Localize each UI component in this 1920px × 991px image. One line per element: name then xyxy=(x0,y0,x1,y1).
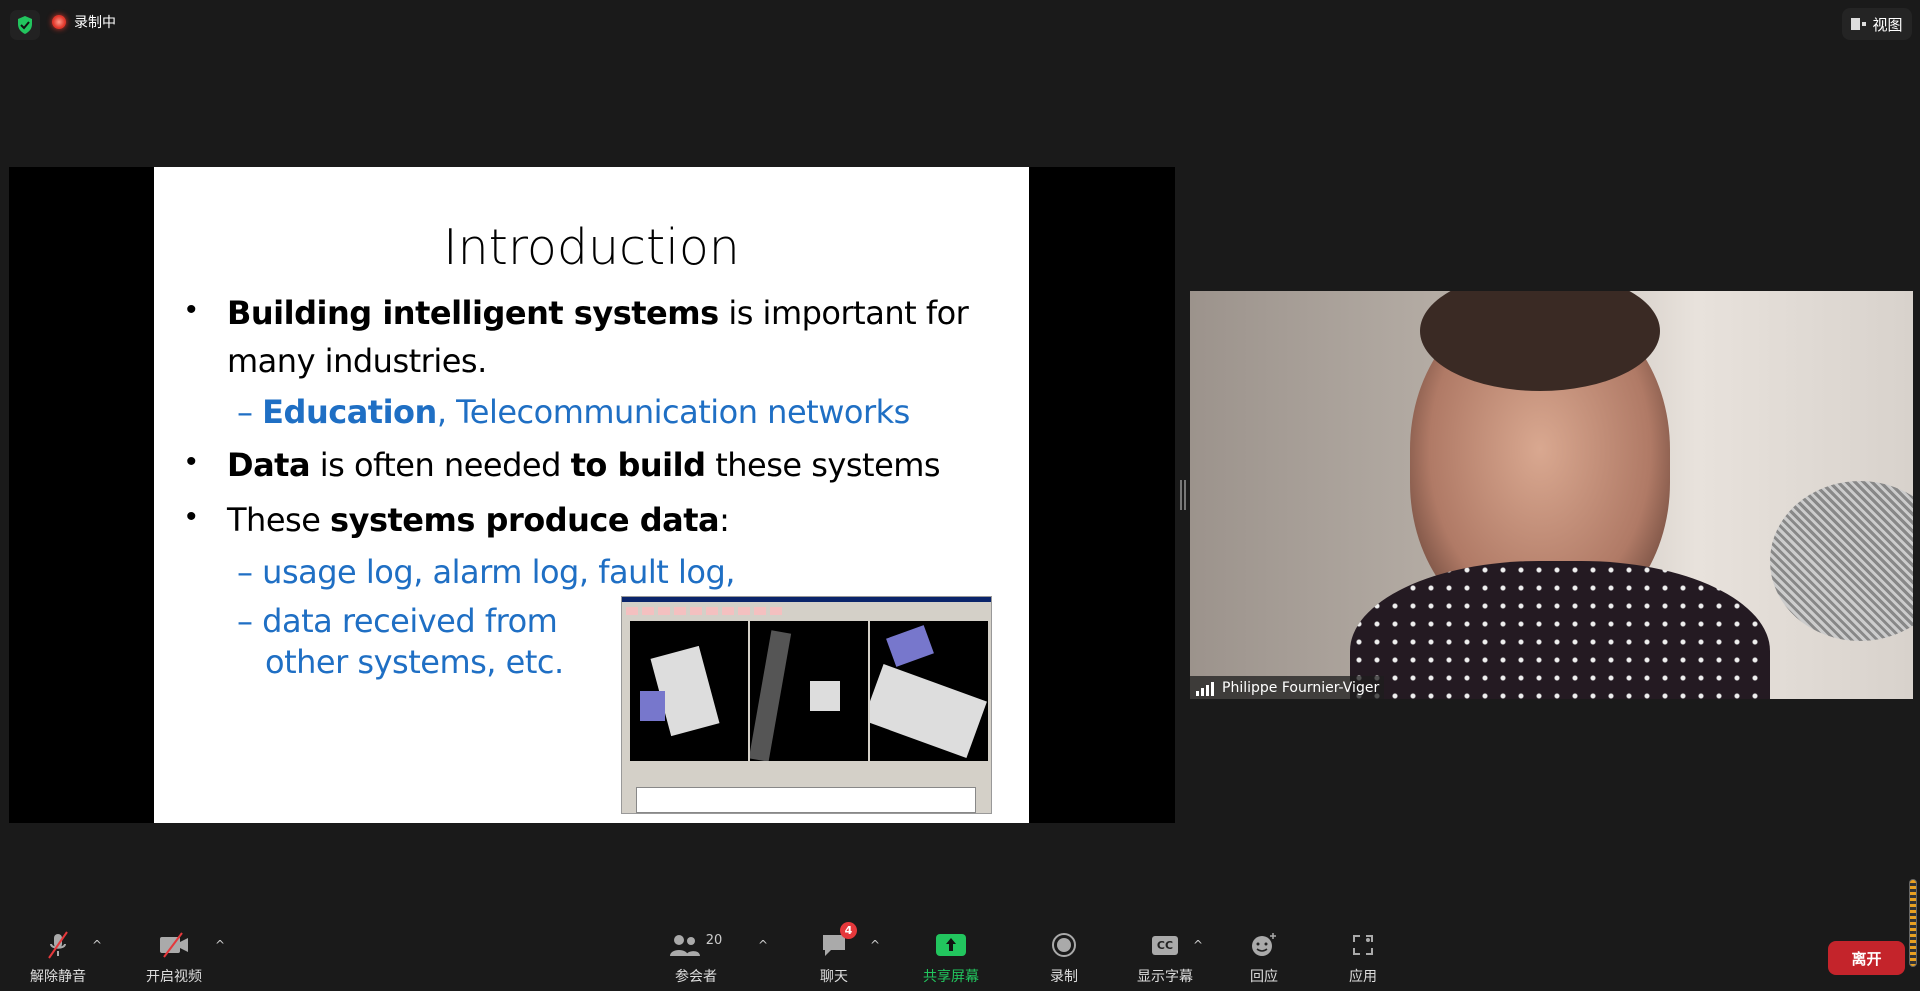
reactions-button[interactable]: 回应 xyxy=(1224,930,1304,986)
bullet-continuation: many industries. xyxy=(227,342,487,380)
audio-options-caret-icon[interactable]: ^ xyxy=(92,938,102,952)
share-screen-button[interactable]: 共享屏幕 xyxy=(911,930,991,986)
recording-dot-icon xyxy=(52,15,66,29)
video-options-caret-icon[interactable]: ^ xyxy=(215,938,225,952)
dash-icon: – xyxy=(237,602,263,640)
bold-text: Building intelligent systems xyxy=(227,294,719,332)
bold-text: systems produce data xyxy=(330,501,720,539)
closed-captions-icon: CC xyxy=(1151,935,1179,955)
reactions-label: 回应 xyxy=(1250,969,1278,985)
text: data received from xyxy=(262,602,558,640)
bold-text: Data xyxy=(227,446,311,484)
video-camera-off-icon xyxy=(160,932,188,958)
dash-icon: – xyxy=(237,393,263,431)
start-video-button[interactable]: 开启视频 xyxy=(134,930,214,986)
chat-unread-badge: 4 xyxy=(840,922,857,939)
audio-level-meter xyxy=(1909,879,1917,967)
shared-screen: Introduction • Building intelligent syst… xyxy=(9,167,1175,823)
view-layout-icon xyxy=(1851,18,1867,30)
share-screen-icon xyxy=(936,934,966,956)
unmute-label: 解除静音 xyxy=(30,969,86,985)
dash-icon: – xyxy=(237,553,263,591)
bullet-icon: • xyxy=(186,500,197,533)
text: is important for xyxy=(718,294,969,332)
participant-name: Philippe Fournier-Viger xyxy=(1222,679,1380,696)
unmute-button[interactable]: 解除静音 xyxy=(18,930,98,986)
chat-caret-icon[interactable]: ^ xyxy=(870,938,880,952)
apps-label: 应用 xyxy=(1349,969,1377,985)
recording-indicator[interactable]: 录制中 xyxy=(52,12,116,32)
shield-icon xyxy=(18,16,32,34)
text: usage log, alarm log, fault log, xyxy=(262,553,735,591)
bullet-icon: • xyxy=(186,445,197,478)
bullet-icon: • xyxy=(186,293,197,326)
view-button[interactable]: 视图 xyxy=(1842,8,1912,40)
view-label: 视图 xyxy=(1872,15,1903,34)
bold-text: to build xyxy=(570,446,706,484)
apps-button[interactable]: 应用 xyxy=(1323,930,1403,986)
recording-label: 录制中 xyxy=(74,15,116,31)
bold-text: Education xyxy=(262,393,437,431)
leave-button[interactable]: 离开 xyxy=(1828,941,1905,975)
start-video-label: 开启视频 xyxy=(146,969,202,985)
panel-resize-handle[interactable] xyxy=(1180,480,1186,510)
microphone xyxy=(1770,481,1913,641)
share-screen-label: 共享屏幕 xyxy=(923,969,979,985)
participant-video: Philippe Fournier-Viger xyxy=(1190,291,1913,699)
security-shield-button[interactable] xyxy=(10,10,40,40)
participants-caret-icon[interactable]: ^ xyxy=(758,938,768,952)
participants-label: 参会者 xyxy=(675,969,717,985)
text: these systems xyxy=(705,446,941,484)
record-icon xyxy=(1052,933,1076,957)
participant-shirt xyxy=(1350,561,1770,699)
smiley-plus-icon xyxy=(1252,933,1276,956)
signal-strength-icon xyxy=(1196,680,1216,696)
microphone-muted-icon xyxy=(48,931,68,959)
chat-label: 聊天 xyxy=(820,969,848,985)
sub-bullet-continuation: other systems, etc. xyxy=(265,643,564,681)
text: : xyxy=(719,501,730,539)
record-button[interactable]: 录制 xyxy=(1024,930,1104,986)
participants-button[interactable]: 20 参会者 xyxy=(656,930,736,986)
participant-count: 20 xyxy=(705,932,723,948)
sub-bullet: – Education, Telecommunication networks xyxy=(237,393,910,431)
text: , Telecommunication networks xyxy=(436,393,910,431)
participant-name-tag: Philippe Fournier-Viger xyxy=(1190,676,1384,699)
sub-bullet: – data received from xyxy=(237,602,558,640)
captions-caret-icon[interactable]: ^ xyxy=(1193,938,1203,952)
bullet-text: These systems produce data: xyxy=(227,501,730,539)
participants-icon xyxy=(669,935,700,956)
sub-bullet: – usage log, alarm log, fault log, xyxy=(237,553,735,591)
captions-label: 显示字幕 xyxy=(1137,969,1193,985)
chat-button[interactable]: 4 聊天 xyxy=(794,922,874,986)
bullet-text: Building intelligent systems is importan… xyxy=(227,294,969,332)
bullet-text: Data is often needed to build these syst… xyxy=(227,446,941,484)
software-screenshot-image xyxy=(621,596,992,814)
record-label: 录制 xyxy=(1050,969,1078,985)
presentation-slide: Introduction • Building intelligent syst… xyxy=(154,167,1029,823)
apps-icon xyxy=(1353,935,1373,955)
slide-title: Introduction xyxy=(443,219,740,276)
text: is often needed xyxy=(310,446,571,484)
text: These xyxy=(227,501,331,539)
